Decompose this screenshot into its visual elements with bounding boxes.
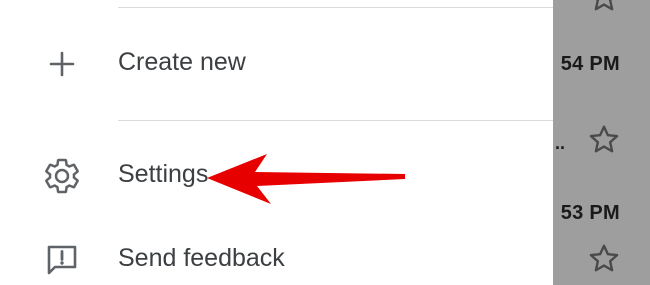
feedback-icon <box>47 245 77 275</box>
gear-icon <box>45 158 79 194</box>
star-outline-icon[interactable] <box>586 0 622 16</box>
divider <box>118 120 553 121</box>
email-time: 53 PM <box>560 202 620 224</box>
star-outline-icon[interactable] <box>586 122 622 158</box>
menu-item-label: Send feedback <box>118 244 285 272</box>
screen: 54 PM .. 53 PM Create new Settings Send … <box>0 0 650 285</box>
menu-item-label: Create new <box>118 48 246 76</box>
red-arrow-annotation <box>207 154 405 204</box>
menu-item-create-new[interactable]: Create new <box>0 34 553 94</box>
navigation-drawer: Create new Settings Send feedback <box>0 0 553 285</box>
menu-item-label: Settings <box>118 160 209 188</box>
divider <box>118 7 553 8</box>
email-snippet-ellipsis: .. <box>555 133 566 153</box>
plus-icon <box>49 51 75 77</box>
star-outline-icon[interactable] <box>586 241 622 277</box>
menu-item-send-feedback[interactable]: Send feedback <box>0 230 553 285</box>
email-time: 54 PM <box>560 53 620 75</box>
background-scrim[interactable]: 54 PM .. 53 PM <box>553 0 650 285</box>
